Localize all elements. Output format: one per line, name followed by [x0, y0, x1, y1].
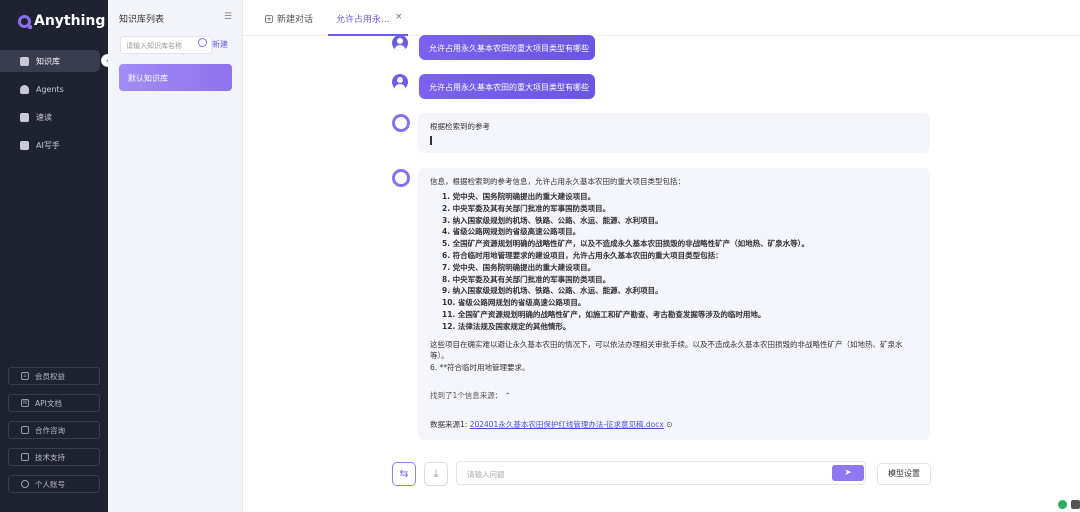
send-icon: ➤ [844, 468, 852, 478]
plus-icon: + [265, 14, 273, 23]
answer-paragraph: 这些项目在确实难以避让永久基本农田的情况下，可以依法办理相关审批手续。以及不造成… [430, 339, 903, 361]
expand-source-icon[interactable]: ⊙ [666, 420, 672, 429]
kb-card-default[interactable]: 默认知识库 [119, 64, 232, 91]
search-icon[interactable] [198, 38, 207, 47]
home-icon: ⌂ [21, 372, 29, 380]
footer-item-cooperation[interactable]: 合作咨询 [8, 421, 100, 439]
source-prefix: 数据来源1: [430, 420, 468, 430]
extension-icon[interactable] [1071, 500, 1080, 509]
tab-label: 新建对话 [277, 15, 314, 25]
list-item: 9. 纳入国家级规划的机场、铁路、公路、水运、能源、水利项目。 [442, 286, 663, 296]
list-item: 11. 全国矿产资源规划明确的战略性矿产，如施工和矿产勘查、考古勘查发掘等涉及的… [442, 309, 766, 319]
source-link[interactable]: 202401永久基本农田保护红线管理办法-征求意见稿.docx [470, 420, 664, 429]
nav-item-label: 知识库 [36, 56, 60, 66]
list-item: 6. 符合临时用地管理要求的建设项目，允许占用永久基本农田的重大项目类型包括： [442, 250, 723, 260]
list-item: 12. 法律法规及国家规定的其他情形。 [442, 321, 571, 331]
model-settings-button[interactable]: 模型设置 [877, 463, 931, 485]
tab-current-chat[interactable]: 允许占用永... [336, 12, 390, 25]
kb-panel-title: 知识库列表 [119, 15, 165, 25]
tab-new-chat[interactable]: + 新建对话 [265, 12, 313, 25]
logo-icon [18, 14, 32, 29]
chat-icon [21, 426, 29, 434]
download-icon[interactable]: ⤓ [424, 462, 448, 486]
list-item: 4. 省级公路网规划的省级高速公路项目。 [442, 227, 581, 237]
user-icon [21, 480, 29, 488]
assistant-avatar [392, 114, 410, 132]
nav-item-label: 速读 [36, 112, 52, 122]
brand-logo[interactable]: Anything [18, 13, 105, 29]
robot-icon [20, 84, 29, 94]
list-item: 7. 党中央、国务院明确提出的重大建设项目。 [442, 262, 596, 272]
support-icon [21, 453, 29, 461]
left-nav: Anything 知识库 Agents 速读 AI写手 ⌂ 会员权益 W API… [0, 0, 108, 512]
answer-intro: 信息，根据检索到的参考信息，允许占用永久基本农田的重大项目类型包括： [430, 177, 685, 186]
thinking-text: 根据检索到的参考 [430, 122, 490, 131]
sources-found-text: 找到了1个信息来源： [430, 391, 503, 401]
nav-item-knowledge-base[interactable]: 知识库 [0, 50, 100, 72]
doc-icon: W [21, 399, 29, 407]
brand-name: Anything [34, 13, 106, 29]
nav-item-ai-writer[interactable]: AI写手 [0, 134, 100, 156]
footer-item-label: 会员权益 [35, 371, 65, 381]
book-icon [20, 56, 29, 66]
nav-item-agents[interactable]: Agents [0, 78, 100, 100]
chevron-up-icon: ⌃ [504, 391, 511, 401]
assistant-answer-message: 信息，根据检索到的参考信息，允许占用永久基本农田的重大项目类型包括： 1. 党中… [418, 168, 930, 440]
user-message: 允许占用永久基本农田的重大项目类型有哪些 [419, 35, 595, 60]
footer-item-label: 合作咨询 [35, 425, 65, 435]
footer-item-account[interactable]: 个人账号 [8, 475, 100, 493]
footer-item-label: 技术支持 [35, 452, 65, 462]
source-row: 数据来源1: 202401永久基本农田保护红线管理办法-征求意见稿.docx ⊙ [430, 419, 930, 430]
pen-icon [20, 140, 29, 150]
panel-menu-icon[interactable]: ☰ [224, 12, 232, 22]
close-tab-icon[interactable]: × [395, 12, 403, 22]
switch-icon[interactable]: ⇆ [392, 462, 416, 486]
user-avatar [392, 74, 408, 90]
typing-cursor [430, 136, 432, 145]
answer-list: 1. 党中央、国务院明确提出的重大建设项目。 2. 中央军委及其有关部门批准的军… [442, 191, 930, 333]
user-message: 允许占用永久基本农田的重大项目类型有哪些 [419, 74, 595, 99]
question-input[interactable]: 请输入问题 [456, 461, 866, 485]
footer-item-support[interactable]: 技术支持 [8, 448, 100, 466]
sources-toggle[interactable]: 找到了1个信息来源： ⌃ [430, 390, 930, 401]
list-item: 5. 全国矿产资源规划明确的战略性矿产，以及不造成永久基本农田损毁的非战略性矿产… [442, 239, 809, 249]
footer-item-label: API文档 [35, 398, 62, 408]
nav-item-label: AI写手 [36, 140, 60, 150]
document-icon [20, 112, 29, 122]
footer-item-label: 个人账号 [35, 479, 65, 489]
list-item: 8. 中央军委及其有关部门批准的军事国防类项目。 [442, 274, 611, 284]
footer-item-membership[interactable]: ⌂ 会员权益 [8, 367, 100, 385]
list-item: 2. 中央军委及其有关部门批准的军事国防类项目。 [442, 203, 611, 213]
footer-item-api-docs[interactable]: W API文档 [8, 394, 100, 412]
chat-tabs-bar: + 新建对话 允许占用永... × [243, 0, 1080, 36]
nav-item-speed-read[interactable]: 速读 [0, 106, 100, 128]
answer-paragraph: 6. **符合临时用地管理要求。 [430, 362, 530, 372]
assistant-avatar [392, 169, 410, 187]
user-avatar [392, 35, 408, 51]
list-item: 10. 省级公路网规划的省级高速公路项目。 [442, 298, 586, 308]
knowledge-base-panel: 知识库列表 ☰ 请输入知识库名称 新建 默认知识库 [108, 0, 243, 512]
send-button[interactable]: ➤ [832, 465, 864, 481]
extension-check-icon[interactable] [1058, 500, 1067, 509]
nav-item-label: Agents [36, 84, 64, 94]
new-kb-button[interactable]: 新建 [212, 39, 228, 50]
list-item: 1. 党中央、国务院明确提出的重大建设项目。 [442, 192, 596, 201]
assistant-thinking-message: 根据检索到的参考 [418, 113, 930, 153]
list-item: 3. 纳入国家级规划的机场、铁路、公路、水运、能源、水利项目。 [442, 215, 663, 225]
